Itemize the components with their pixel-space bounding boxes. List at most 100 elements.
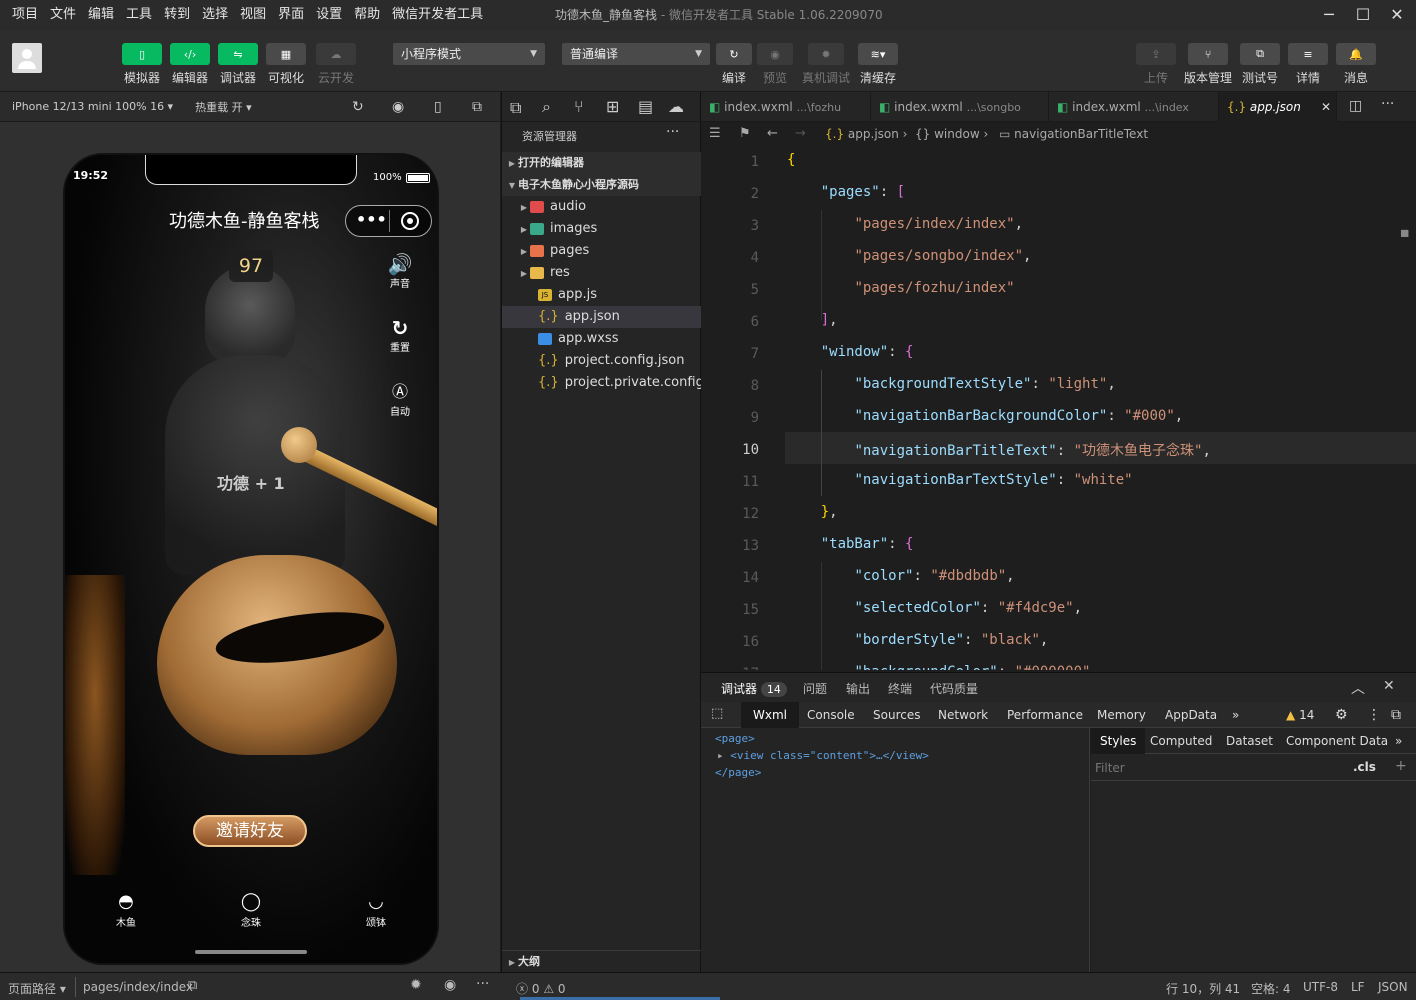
- encoding[interactable]: UTF-8: [1303, 980, 1338, 994]
- menu-item-interface[interactable]: 界面: [272, 0, 310, 30]
- menu-item-settings[interactable]: 设置: [310, 0, 348, 30]
- more-icon[interactable]: ···: [666, 124, 679, 140]
- menu-item-tools[interactable]: 工具: [120, 0, 158, 30]
- tree-item-app-js[interactable]: JS app.js: [502, 284, 701, 306]
- split-editor-icon[interactable]: ◫: [1349, 98, 1362, 114]
- open-editors-section[interactable]: ▶ 打开的编辑器: [502, 152, 701, 174]
- tab-index-index-wxml[interactable]: ◧ index.wxml ...\index: [1049, 92, 1219, 122]
- devtab-sources[interactable]: Sources: [873, 702, 920, 728]
- tab-styles[interactable]: Styles: [1091, 728, 1146, 754]
- kebab-icon[interactable]: ⋮: [1367, 702, 1381, 728]
- filter-input[interactable]: [1095, 758, 1335, 778]
- menu-item-edit[interactable]: 编辑: [82, 0, 120, 30]
- device-select[interactable]: iPhone 12/13 mini 100% 16 ▾: [12, 100, 173, 113]
- devtab-console[interactable]: Console: [807, 702, 855, 728]
- extensions-icon[interactable]: ⊞: [606, 97, 619, 116]
- devtab-memory[interactable]: Memory: [1097, 702, 1146, 728]
- menu-item-help[interactable]: 帮助: [348, 0, 386, 30]
- menu-item-view[interactable]: 视图: [234, 0, 272, 30]
- close-window-icon[interactable]: ✕: [1380, 0, 1414, 30]
- files-icon[interactable]: ⧉: [510, 98, 521, 118]
- editor-button[interactable]: ‹/›: [170, 43, 210, 65]
- tab-code-quality[interactable]: 代码质量: [930, 680, 978, 697]
- indentation[interactable]: 空格: 4: [1251, 980, 1291, 997]
- storage-icon[interactable]: ▤: [638, 97, 653, 116]
- page-path-select[interactable]: 页面路径 ▾: [8, 980, 66, 997]
- tab-fozhu-index-wxml[interactable]: ◧ index.wxml ...\fozhu: [701, 92, 871, 122]
- git-icon[interactable]: ⑂: [574, 97, 584, 116]
- problems-summary[interactable]: ⓧ 0 ⚠ 0: [516, 980, 566, 997]
- wxml-node-view[interactable]: ▸ <view class="content">…</view>: [717, 749, 929, 762]
- more-tabs-icon[interactable]: »: [1232, 702, 1239, 728]
- more-icon[interactable]: •••: [356, 210, 387, 229]
- tab-problems[interactable]: 问题: [803, 680, 827, 697]
- compile-button[interactable]: ↻: [716, 43, 752, 65]
- tab-computed[interactable]: Computed: [1150, 728, 1212, 754]
- tab-debugger[interactable]: 调试器 14: [721, 680, 787, 697]
- project-section[interactable]: ▼ 电子木鱼静心小程序源码: [502, 174, 701, 196]
- devtab-wxml[interactable]: Wxml: [741, 702, 799, 728]
- compile-select[interactable]: 普通编译 ▼: [562, 43, 710, 65]
- close-tab-icon[interactable]: ✕: [1321, 92, 1331, 122]
- tree-item-pages[interactable]: ▶ pages: [502, 240, 701, 262]
- language-mode[interactable]: JSON: [1378, 980, 1408, 994]
- mode-select[interactable]: 小程序模式 ▼: [393, 43, 545, 65]
- close-panel-icon[interactable]: ✕: [1383, 678, 1395, 694]
- more-tabs-icon[interactable]: »: [1395, 728, 1402, 754]
- docker-icon[interactable]: ☁: [668, 97, 684, 116]
- outline-section[interactable]: ▶ 大纲: [502, 950, 701, 972]
- more-icon[interactable]: ···: [476, 976, 489, 992]
- devtab-performance[interactable]: Performance: [1007, 702, 1083, 728]
- tab-output[interactable]: 输出: [846, 680, 870, 697]
- popout-icon[interactable]: ⧉: [472, 99, 482, 115]
- breadcrumb-file[interactable]: {.} app.json ›: [825, 122, 907, 146]
- more-icon[interactable]: ···: [1381, 96, 1394, 112]
- code-editor[interactable]: 1 {2 "pages": [3 "pages/index/index", 4 "p…: [701, 146, 1416, 670]
- add-rule-icon[interactable]: +: [1395, 758, 1407, 774]
- end-of-line[interactable]: LF: [1351, 980, 1365, 994]
- record-icon[interactable]: ◉: [392, 99, 404, 115]
- sound-button[interactable]: 🔊 声音: [385, 253, 415, 290]
- list-icon[interactable]: ☰: [709, 122, 721, 146]
- menu-item-file[interactable]: 文件: [44, 0, 82, 30]
- warnings-indicator[interactable]: ▲ 14: [1286, 702, 1314, 728]
- test-account-button[interactable]: ⧉: [1240, 43, 1280, 65]
- tree-item-res[interactable]: ▶ res: [502, 262, 701, 284]
- tab-nianzhu[interactable]: ◯ 念珠: [226, 891, 276, 929]
- tree-item-images[interactable]: ▶ images: [502, 218, 701, 240]
- dock-icon[interactable]: ⧉: [1391, 702, 1401, 728]
- devtab-network[interactable]: Network: [938, 702, 988, 728]
- menu-item-goto[interactable]: 转到: [158, 0, 196, 30]
- preview-button[interactable]: ◉: [757, 43, 793, 65]
- tab-songbo[interactable]: ◡ 颂钵: [351, 891, 401, 929]
- tab-songbo-index-wxml[interactable]: ◧ index.wxml ...\songbo: [871, 92, 1049, 122]
- collapse-panel-icon[interactable]: ︿: [1351, 678, 1365, 698]
- menu-item-select[interactable]: 选择: [196, 0, 234, 30]
- wxml-node-page[interactable]: <page>: [715, 732, 755, 745]
- tree-item-app-json[interactable]: {.} app.json: [502, 306, 701, 328]
- phone-icon[interactable]: ▯: [434, 99, 442, 115]
- invite-friends-button[interactable]: 邀请好友: [193, 815, 307, 847]
- breadcrumb-key[interactable]: ▭ navigationBarTitleText: [999, 122, 1148, 146]
- hotreload-toggle[interactable]: 热重载 开 ▾: [195, 99, 252, 115]
- avatar[interactable]: [12, 43, 42, 73]
- menu-item-wechat-devtools[interactable]: 微信开发者工具: [386, 0, 489, 30]
- inspect-icon[interactable]: ⬚: [711, 706, 723, 721]
- tree-item-audio[interactable]: ▶ audio: [502, 196, 701, 218]
- tree-item-app-wxss[interactable]: app.wxss: [502, 328, 701, 350]
- menu-item-project[interactable]: 项目: [6, 0, 44, 30]
- tree-item-project-config[interactable]: {.} project.config.json: [502, 350, 701, 372]
- copy-icon[interactable]: ⧉: [188, 978, 197, 993]
- search-icon[interactable]: ⌕: [542, 97, 551, 117]
- auto-button[interactable]: Ⓐ 自动: [385, 381, 415, 418]
- tab-muyu[interactable]: ◓ 木鱼: [101, 891, 151, 929]
- rotate-icon[interactable]: ↻: [352, 99, 364, 115]
- debugger-button[interactable]: ⇋: [218, 43, 258, 65]
- version-button[interactable]: ⑂: [1188, 43, 1228, 65]
- reset-button[interactable]: ↻ 重置: [385, 317, 415, 354]
- upload-button[interactable]: ⇪: [1136, 43, 1176, 65]
- tab-app-json[interactable]: {.} app.json ✕: [1219, 92, 1337, 122]
- eye-icon[interactable]: ◉: [444, 977, 456, 993]
- remote-debug-button[interactable]: ✹: [808, 43, 844, 65]
- bookmark-icon[interactable]: ⚑: [739, 122, 751, 146]
